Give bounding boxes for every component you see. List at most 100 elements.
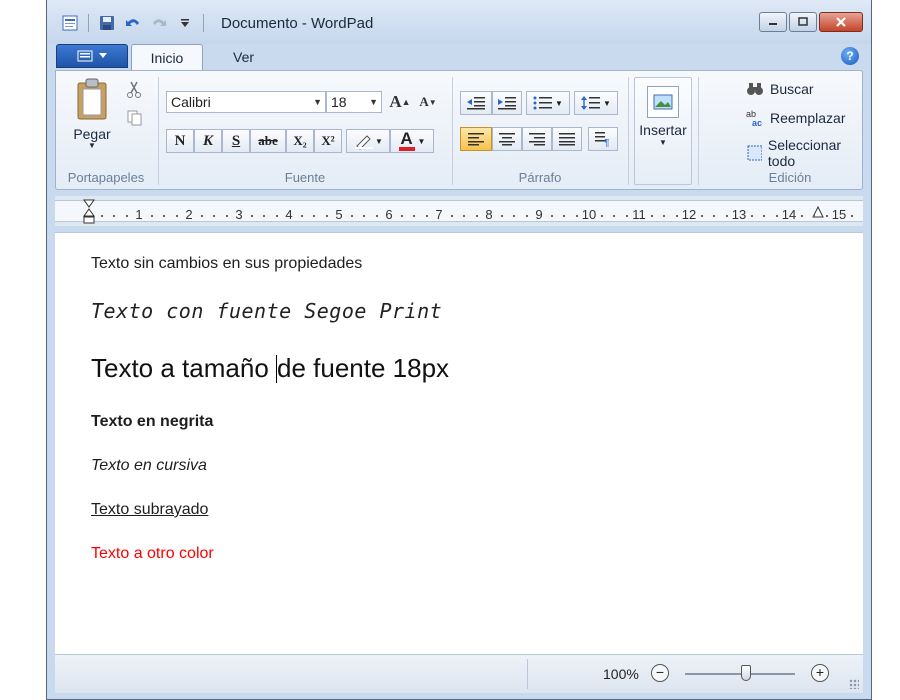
- italic-button[interactable]: K: [194, 129, 222, 153]
- document-area[interactable]: Texto sin cambios en sus propiedades Tex…: [55, 232, 863, 655]
- font-size-value: 18: [331, 94, 347, 110]
- ruler-tick: [825, 215, 828, 217]
- grow-font-icon[interactable]: A ▲: [388, 91, 412, 113]
- find-label: Buscar: [770, 81, 814, 97]
- qat-separator: [88, 14, 89, 32]
- ruler-number: 14: [781, 207, 797, 222]
- save-icon[interactable]: [96, 12, 118, 34]
- doc-line-plain[interactable]: Texto sin cambios en sus propiedades: [91, 255, 362, 273]
- editing-group-label: Edición: [768, 170, 812, 185]
- help-icon[interactable]: ?: [841, 47, 859, 65]
- ruler-tick: [250, 215, 253, 217]
- status-bar: 100% − +: [55, 654, 863, 693]
- application-menu-button[interactable]: [56, 44, 128, 68]
- doc-line-italic[interactable]: Texto en cursiva: [91, 457, 207, 475]
- font-size-select[interactable]: 18 ▼: [326, 91, 382, 113]
- subscript-button[interactable]: X₂: [286, 129, 314, 153]
- highlight-color-button[interactable]: ▼: [346, 129, 390, 153]
- app-document-icon[interactable]: [59, 12, 81, 34]
- align-left-icon[interactable]: [460, 127, 492, 151]
- svg-text:ac: ac: [752, 118, 762, 127]
- chevron-down-icon: ▼: [417, 136, 426, 146]
- underline-button[interactable]: S: [222, 129, 250, 153]
- ruler-tick: [550, 215, 553, 217]
- zoom-slider-thumb[interactable]: [740, 665, 751, 681]
- clipboard-group-label: Portapapeles: [67, 170, 145, 185]
- increase-indent-icon[interactable]: [492, 91, 522, 115]
- ruler-tick: [150, 215, 153, 217]
- zoom-in-button[interactable]: +: [811, 664, 829, 682]
- ruler-tick: [400, 215, 403, 217]
- doc-line-18px-part1: Texto a tamaño: [91, 353, 276, 383]
- doc-line-18px[interactable]: Texto a tamaño de fuente 18px: [91, 353, 449, 384]
- cut-icon[interactable]: [122, 79, 146, 101]
- doc-line-18px-part2: de fuente 18px: [277, 353, 450, 383]
- window-controls: [759, 12, 863, 32]
- ruler-tick: [450, 215, 453, 217]
- align-right-icon[interactable]: [522, 127, 552, 151]
- ruler-number: 13: [731, 207, 747, 222]
- font-group-label: Fuente: [284, 170, 326, 185]
- ruler-tick: [200, 215, 203, 217]
- strikethrough-button[interactable]: abe: [250, 129, 286, 153]
- tab-ver[interactable]: Ver: [215, 44, 272, 71]
- ruler-tick: [375, 215, 378, 217]
- chevron-down-icon: ▼: [555, 98, 563, 108]
- justify-icon[interactable]: [552, 127, 582, 151]
- ruler-number: 8: [485, 207, 493, 222]
- doc-line-segoe-print[interactable]: Texto con fuente Segoe Print: [91, 299, 442, 323]
- bold-button[interactable]: N: [166, 129, 194, 153]
- select-all-button[interactable]: Seleccionar todo: [746, 137, 860, 169]
- insert-button[interactable]: Insertar ▼: [634, 77, 692, 185]
- text-color-button[interactable]: A ▼: [390, 129, 434, 153]
- ruler-tick: [213, 215, 215, 217]
- ruler-tick: [850, 215, 853, 217]
- status-divider: [527, 659, 528, 689]
- align-center-icon[interactable]: [492, 127, 522, 151]
- wordpad-window: Documento - WordPad Inicio Ver ? Pegar ▼…: [46, 0, 872, 700]
- ruler-number: 12: [681, 207, 697, 222]
- ruler-tick: [463, 215, 465, 217]
- close-button[interactable]: [819, 12, 863, 32]
- chevron-down-icon: [99, 53, 107, 58]
- doc-line-underlined[interactable]: Texto subrayado: [91, 501, 208, 519]
- replace-button[interactable]: ab ac Reemplazar: [746, 109, 845, 127]
- quick-access-toolbar: [59, 12, 207, 34]
- doc-line-colored[interactable]: Texto a otro color: [91, 545, 214, 563]
- select-all-label: Seleccionar todo: [767, 137, 842, 169]
- chevron-down-icon: ▼: [369, 97, 378, 107]
- chevron-down-icon: ▼: [603, 98, 611, 108]
- ruler-number: 5: [335, 207, 343, 222]
- group-separator: [628, 77, 629, 185]
- doc-line-bold[interactable]: Texto en negrita: [91, 413, 213, 431]
- undo-icon[interactable]: [122, 12, 144, 34]
- group-insert: Insertar ▼: [630, 71, 696, 189]
- tab-inicio[interactable]: Inicio: [131, 44, 203, 71]
- ribbon: Pegar ▼ Portapapeles Calibri ▼ 18 ▼ A ▲ A: [55, 70, 863, 190]
- zoom-out-button[interactable]: −: [651, 664, 669, 682]
- paragraph-settings-icon[interactable]: ¶: [588, 127, 618, 151]
- replace-label: Reemplazar: [770, 110, 846, 126]
- copy-icon[interactable]: [122, 107, 146, 129]
- superscript-button[interactable]: X²: [314, 129, 342, 153]
- indent-marker-icon[interactable]: [83, 199, 95, 225]
- zoom-slider[interactable]: [685, 665, 795, 681]
- minimize-button[interactable]: [759, 12, 787, 32]
- redo-icon[interactable]: [148, 12, 170, 34]
- paste-label: Pegar: [73, 126, 111, 142]
- resize-grip[interactable]: [849, 679, 859, 689]
- group-font: Calibri ▼ 18 ▼ A ▲ A ▼ N K S abe X₂ X² ▼ A…: [160, 71, 450, 189]
- ruler-tick: [563, 215, 565, 217]
- decrease-indent-icon[interactable]: [460, 91, 492, 115]
- paste-button[interactable]: Pegar ▼: [64, 77, 120, 150]
- ruler-strip[interactable]: 1 2 3 4 5 6 7 8 9 10 11 12 13 14 15: [55, 199, 863, 225]
- customize-qat-icon[interactable]: [174, 12, 196, 34]
- shrink-font-icon[interactable]: A ▼: [416, 91, 440, 113]
- ruler-tick: [475, 215, 478, 217]
- bullet-list-icon[interactable]: ▼: [526, 91, 570, 115]
- find-button[interactable]: Buscar: [746, 81, 814, 97]
- font-family-value: Calibri: [171, 94, 211, 110]
- font-family-select[interactable]: Calibri ▼: [166, 91, 326, 113]
- maximize-button[interactable]: [789, 12, 817, 32]
- line-spacing-icon[interactable]: ▼: [574, 91, 618, 115]
